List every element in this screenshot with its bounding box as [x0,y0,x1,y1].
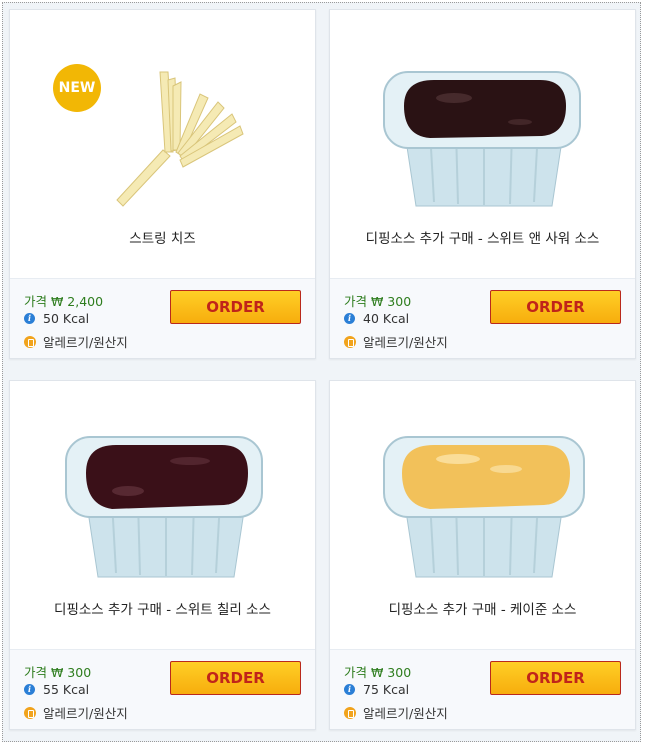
product-name: 디핑소스 추가 구매 - 케이준 소스 [388,602,577,618]
product-name: 디핑소스 추가 구매 - 스위트 앤 사워 소스 [365,231,600,247]
new-badge: NEW [53,64,101,112]
allergy-origin-link[interactable]: 알레르기/원산지 [24,332,128,351]
product-price: 가격 ₩ 300 [344,665,412,680]
product-card-string-cheese[interactable]: NEW 스트링 치즈 가격 ₩ 2,400 i 50 Kcal 알레르기/원산지… [9,9,316,359]
product-price: 가격 ₩ 300 [24,665,92,680]
product-price: 가격 ₩ 2,400 [24,294,104,309]
order-button[interactable]: ORDER [490,290,621,324]
allergy-icon [344,706,356,719]
product-grid: NEW 스트링 치즈 가격 ₩ 2,400 i 50 Kcal 알레르기/원산지… [2,2,641,742]
order-button[interactable]: ORDER [170,661,301,695]
product-card-cajun-sauce[interactable]: 디핑소스 추가 구매 - 케이준 소스 가격 ₩ 300 i 75 Kcal 알… [329,380,636,730]
info-icon: i [24,313,35,324]
calorie-text: 40 Kcal [363,311,410,326]
allergy-origin-link[interactable]: 알레르기/원산지 [344,703,448,722]
calorie-info[interactable]: i 50 Kcal [24,311,89,326]
product-card-sweet-chili-sauce[interactable]: 디핑소스 추가 구매 - 스위트 칠리 소스 가격 ₩ 300 i 55 Kca… [9,380,316,730]
calorie-info[interactable]: i 40 Kcal [344,311,409,326]
allergy-text: 알레르기/원산지 [363,335,448,350]
info-icon: i [344,684,355,695]
allergy-icon [344,335,356,348]
allergy-text: 알레르기/원산지 [363,706,448,721]
allergy-text: 알레르기/원산지 [43,335,128,350]
order-button[interactable]: ORDER [490,661,621,695]
calorie-text: 50 Kcal [43,311,90,326]
calorie-text: 55 Kcal [43,682,90,697]
calorie-info[interactable]: i 75 Kcal [344,682,409,697]
order-button[interactable]: ORDER [170,290,301,324]
product-name: 스트링 치즈 [129,231,196,247]
allergy-icon [24,335,36,348]
product-footer: 가격 ₩ 300 i 55 Kcal 알레르기/원산지 ORDER [10,649,315,729]
product-name: 디핑소스 추가 구매 - 스위트 칠리 소스 [54,602,271,618]
calorie-info[interactable]: i 55 Kcal [24,682,89,697]
allergy-text: 알레르기/원산지 [43,706,128,721]
product-footer: 가격 ₩ 2,400 i 50 Kcal 알레르기/원산지 ORDER [10,278,315,358]
info-icon: i [344,313,355,324]
calorie-text: 75 Kcal [363,682,410,697]
product-footer: 가격 ₩ 300 i 75 Kcal 알레르기/원산지 ORDER [330,649,635,729]
product-price: 가격 ₩ 300 [344,294,412,309]
allergy-origin-link[interactable]: 알레르기/원산지 [24,703,128,722]
allergy-icon [24,706,36,719]
product-footer: 가격 ₩ 300 i 40 Kcal 알레르기/원산지 ORDER [330,278,635,358]
allergy-origin-link[interactable]: 알레르기/원산지 [344,332,448,351]
product-card-sweet-sour-sauce[interactable]: 디핑소스 추가 구매 - 스위트 앤 사워 소스 가격 ₩ 300 i 40 K… [329,9,636,359]
info-icon: i [24,684,35,695]
